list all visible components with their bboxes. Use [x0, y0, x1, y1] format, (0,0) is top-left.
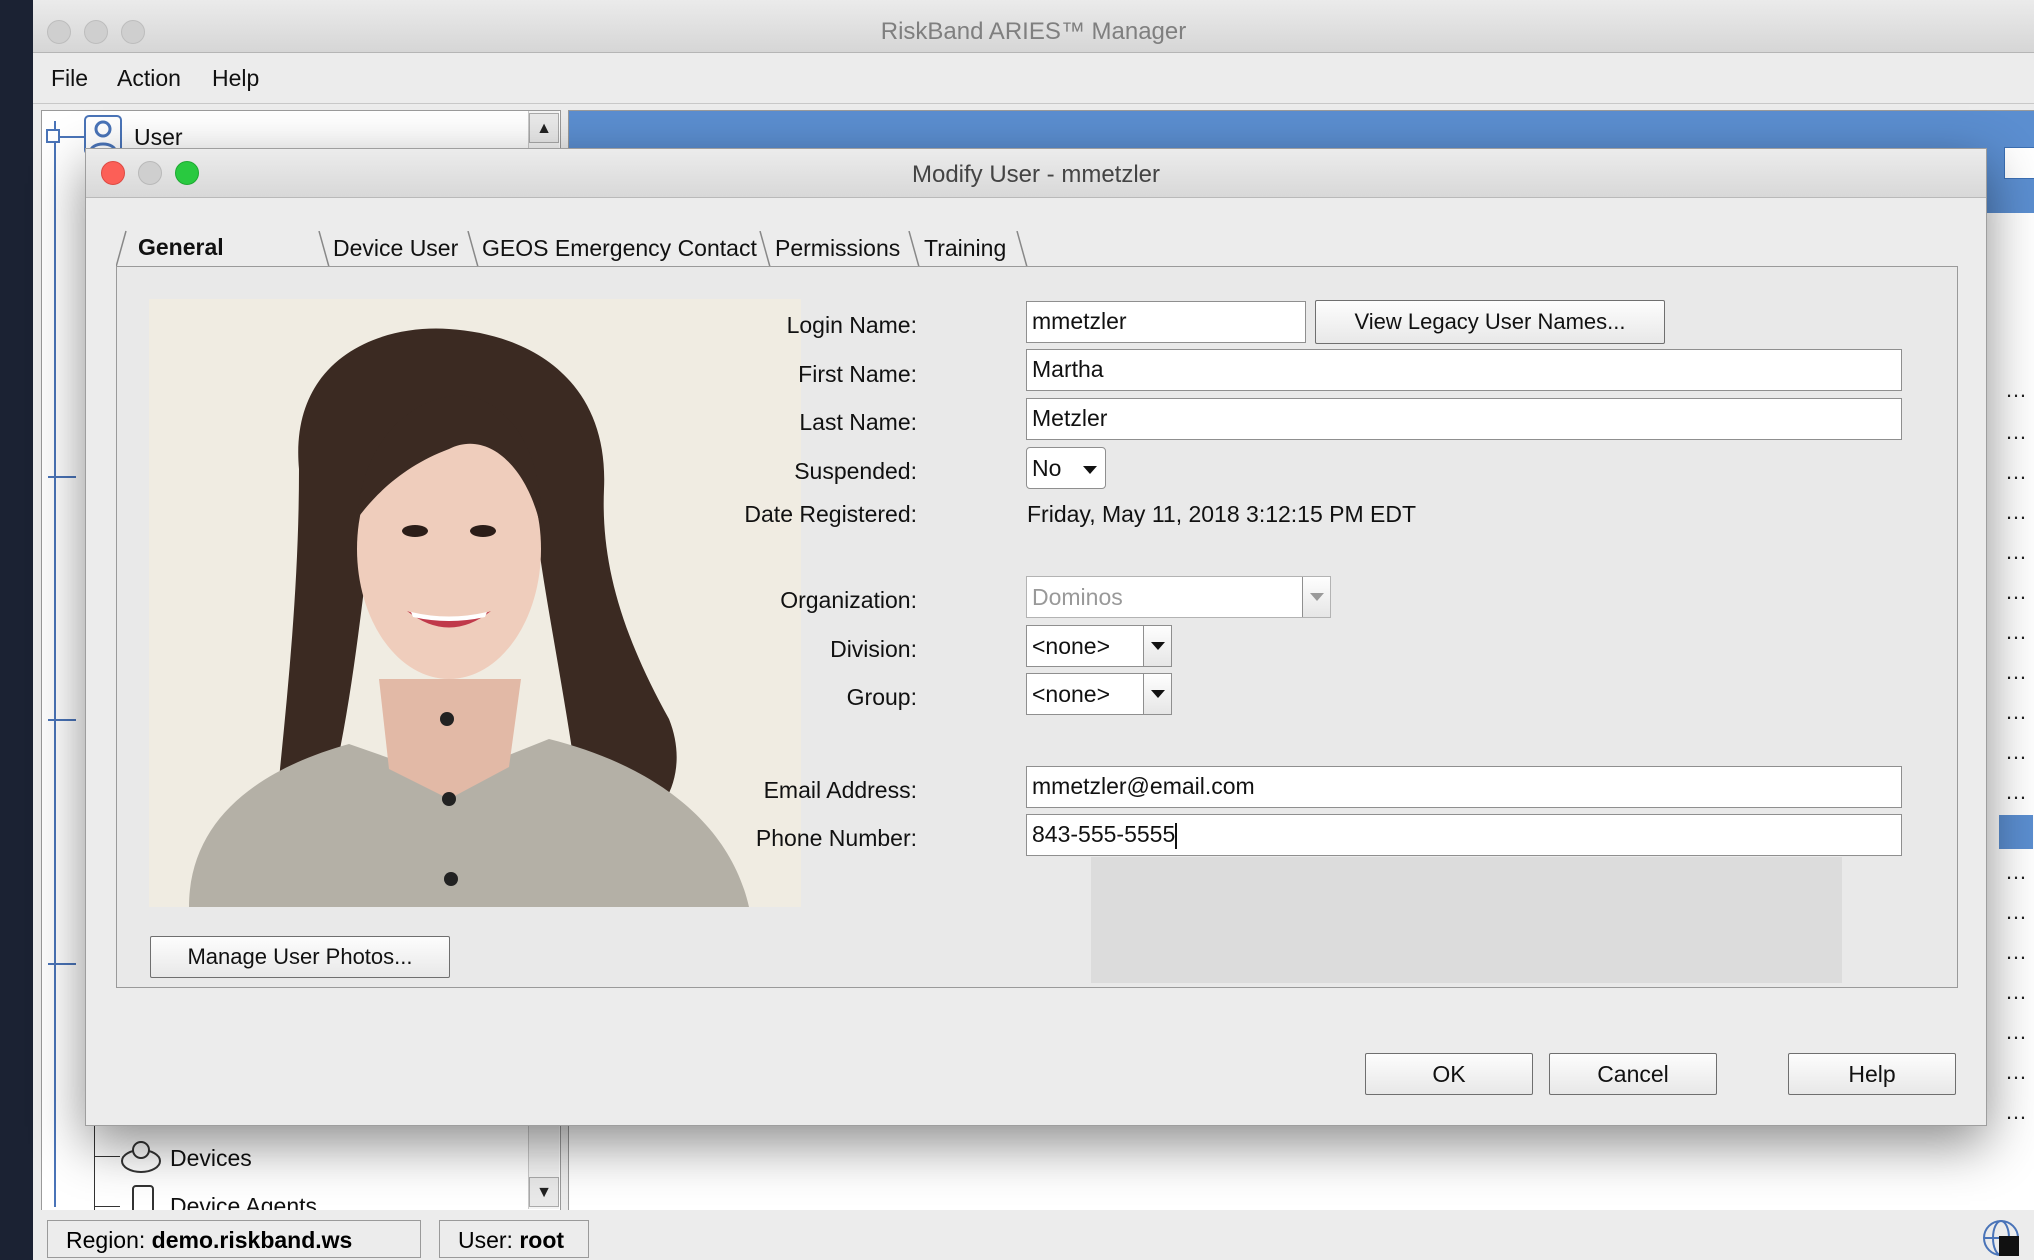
- last-name-field[interactable]: Metzler: [1026, 398, 1902, 440]
- row-ellipsis: …: [2005, 1059, 2027, 1084]
- row-ellipsis: …: [2005, 619, 2027, 644]
- row-ellipsis: …: [2005, 859, 2027, 884]
- region-value: demo.riskband.ws: [151, 1227, 353, 1253]
- help-button[interactable]: Help: [1788, 1053, 1956, 1095]
- division-label: Division:: [830, 636, 917, 662]
- phone-value: 843-555-5555: [1032, 821, 1176, 847]
- scroll-down-arrow[interactable]: ▼: [529, 1177, 559, 1207]
- tab-separator: [759, 230, 771, 268]
- ok-button[interactable]: OK: [1365, 1053, 1533, 1095]
- last-name-label: Last Name:: [799, 409, 917, 435]
- chevron-down-icon: [1143, 626, 1171, 666]
- devices-icon: [120, 1137, 162, 1175]
- tab-general[interactable]: General: [138, 227, 224, 267]
- tab-separator: [467, 230, 479, 268]
- tree-connector: [48, 719, 76, 721]
- user-label: User:: [458, 1227, 513, 1253]
- group-label: Group:: [846, 684, 917, 710]
- chevron-down-icon: [1302, 577, 1330, 617]
- row-ellipsis: …: [2005, 1099, 2027, 1124]
- tree-connector: [54, 121, 56, 1207]
- phone-label: Phone Number:: [755, 825, 917, 851]
- tab-device-user[interactable]: Device User: [333, 228, 458, 268]
- dialog-titlebar: Modify User - mmetzler: [86, 149, 1986, 198]
- user-status: User: root: [439, 1220, 589, 1258]
- row-ellipsis: …: [2005, 419, 2027, 444]
- row-ellipsis: …: [2005, 377, 2027, 402]
- region-status: Region: demo.riskband.ws: [47, 1220, 421, 1258]
- chevron-down-icon: [1083, 466, 1097, 474]
- tab-separator: [1016, 230, 1028, 268]
- tree-connector: [94, 1206, 120, 1207]
- tab-separator: [908, 230, 920, 268]
- main-titlebar: RiskBand ARIES™ Manager: [33, 0, 2034, 53]
- organization-value: Dominos: [1032, 584, 1123, 610]
- scroll-up-arrow[interactable]: ▲: [529, 113, 559, 143]
- group-value: <none>: [1032, 681, 1111, 707]
- tree-item-devices[interactable]: Devices: [170, 1145, 252, 1172]
- tab-geos-emergency-contact[interactable]: GEOS Emergency Contact: [482, 228, 757, 268]
- tree-connector: [94, 1156, 120, 1157]
- tree-item-user[interactable]: User: [134, 124, 183, 151]
- cancel-button[interactable]: Cancel: [1549, 1053, 1717, 1095]
- phone-field[interactable]: 843-555-5555: [1026, 814, 1902, 856]
- row-ellipsis: …: [2005, 979, 2027, 1004]
- manage-user-photos-button[interactable]: Manage User Photos...: [150, 936, 450, 978]
- division-select[interactable]: <none>: [1026, 625, 1172, 667]
- region-label: Region:: [66, 1227, 146, 1253]
- suspended-select[interactable]: No: [1026, 447, 1106, 489]
- row-ellipsis: …: [2005, 899, 2027, 924]
- chevron-down-icon: [1143, 674, 1171, 714]
- group-select[interactable]: <none>: [1026, 673, 1172, 715]
- menu-bar: File Action Help: [33, 53, 2034, 104]
- organization-label: Organization:: [780, 587, 917, 613]
- email-field[interactable]: mmetzler@email.com: [1026, 766, 1902, 808]
- row-ellipsis: …: [2005, 659, 2027, 684]
- row-ellipsis: …: [2005, 779, 2027, 804]
- first-name-field[interactable]: Martha: [1026, 349, 1902, 391]
- menu-help[interactable]: Help: [212, 65, 259, 92]
- tree-connector: [48, 963, 76, 965]
- autocomplete-popup: [1091, 857, 1842, 983]
- row-ellipsis: …: [2005, 1019, 2027, 1044]
- organization-select: Dominos: [1026, 576, 1331, 618]
- date-registered-value: Friday, May 11, 2018 3:12:15 PM EDT: [1027, 501, 1417, 527]
- tab-permissions[interactable]: Permissions: [775, 228, 900, 268]
- menu-file[interactable]: File: [51, 65, 88, 92]
- login-name-field[interactable]: mmetzler: [1026, 301, 1306, 343]
- row-ellipsis: …: [2005, 579, 2027, 604]
- selected-row-highlight: [1999, 815, 2033, 849]
- row-ellipsis: …: [2005, 739, 2027, 764]
- status-bar: Region: demo.riskband.ws User: root: [33, 1210, 2034, 1260]
- row-ellipsis: …: [2005, 459, 2027, 484]
- menu-action[interactable]: Action: [117, 65, 181, 92]
- text-cursor: [1175, 822, 1178, 849]
- first-name-label: First Name:: [798, 361, 917, 387]
- email-label: Email Address:: [763, 777, 917, 803]
- table-rows-edge: … … … … … … … … … … … … … … … … … …: [1999, 219, 2033, 1211]
- tab-separator: [318, 230, 330, 268]
- network-icon[interactable]: [1981, 1218, 2021, 1258]
- tree-connector: [48, 476, 76, 478]
- row-ellipsis: …: [2005, 539, 2027, 564]
- tab-training[interactable]: Training: [924, 228, 1006, 268]
- date-registered-label: Date Registered:: [744, 501, 917, 527]
- tree-collapse-toggle[interactable]: [46, 129, 60, 143]
- suspended-value: No: [1032, 455, 1062, 481]
- tab-edge: [115, 227, 136, 268]
- division-value: <none>: [1032, 633, 1111, 659]
- row-ellipsis: …: [2005, 939, 2027, 964]
- row-ellipsis: …: [2005, 499, 2027, 524]
- dialog-title: Modify User - mmetzler: [911, 161, 1161, 188]
- modify-user-dialog: Modify User - mmetzler General Device Us…: [85, 148, 1987, 1126]
- login-name-label: Login Name:: [786, 312, 917, 338]
- app-title: RiskBand ARIES™ Manager: [880, 18, 1187, 45]
- refresh-icon[interactable]: [2004, 147, 2034, 179]
- user-value: root: [519, 1227, 565, 1253]
- general-tab-panel: Manage User Photos... Login Name: mmetzl…: [116, 266, 1958, 988]
- view-legacy-user-names-button[interactable]: View Legacy User Names...: [1315, 300, 1665, 344]
- row-ellipsis: …: [2005, 699, 2027, 724]
- suspended-label: Suspended:: [794, 458, 917, 484]
